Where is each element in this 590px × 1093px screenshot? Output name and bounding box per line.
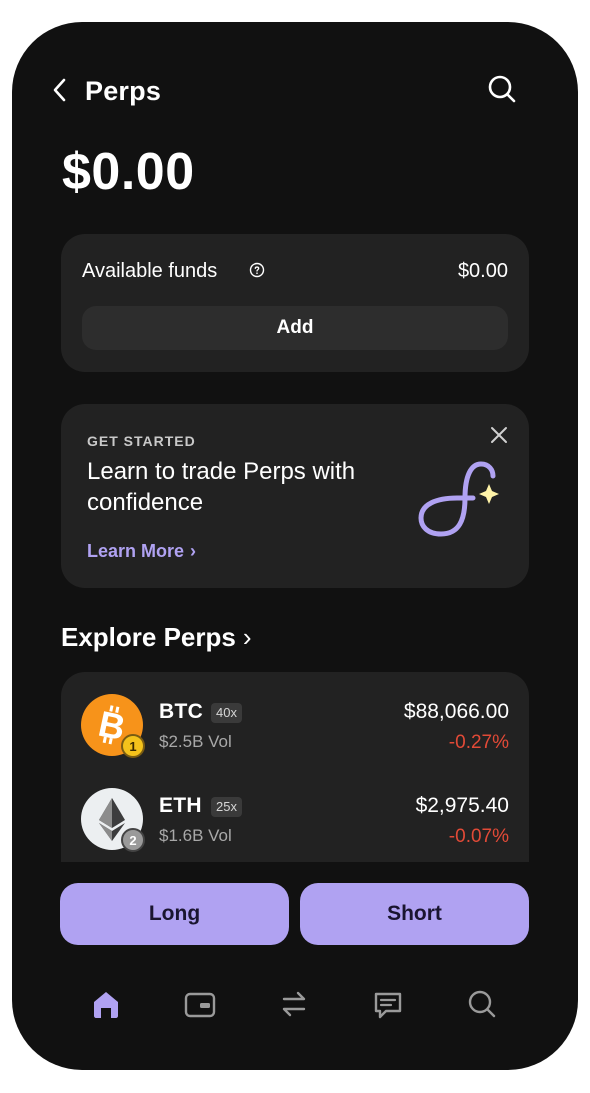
help-icon[interactable] [249,262,265,278]
search-icon[interactable] [464,986,500,1022]
available-funds-value: $0.00 [457,260,508,282]
leverage-badge: 40x [211,703,242,723]
rank-badge: 1 [121,734,145,758]
learn-more-label: Learn More [87,541,185,561]
perps-logo-icon [413,454,505,544]
explore-perps-link[interactable]: Explore Perps › [61,622,252,653]
market-price: $2,975.40 [415,794,509,817]
short-button[interactable]: Short [300,883,529,945]
leverage-badge: 25x [211,797,242,817]
chat-icon[interactable] [370,986,406,1022]
available-funds-label: Available funds [82,260,218,282]
add-funds-button[interactable]: Add [82,306,508,350]
chevron-right-icon: › [190,541,197,561]
explore-perps-title: Explore Perps [61,622,236,652]
home-icon[interactable] [88,986,124,1022]
close-icon[interactable] [490,426,508,444]
market-change: -0.27% [448,732,509,753]
long-button[interactable]: Long [60,883,289,945]
market-volume: $1.6B Vol [159,826,232,845]
market-row-btc[interactable]: B 1 BTC 40x $2.5B Vol $88,066.00 -0.27% [61,694,529,772]
chevron-left-icon[interactable] [48,74,72,106]
chevron-right-icon: › [242,622,252,652]
search-icon[interactable] [486,73,518,105]
learn-more-link[interactable]: Learn More › [87,541,196,562]
total-balance: $0.00 [62,143,195,201]
available-funds-card: Available funds $0.00 Add [61,234,529,372]
header: Perps [48,68,518,114]
market-row-eth[interactable]: 2 ETH 25x $1.6B Vol $2,975.40 -0.07% [61,788,529,866]
market-change: -0.07% [448,826,509,847]
market-symbol: BTC [159,700,204,723]
get-started-card: GET STARTED Learn to trade Perps with co… [61,404,529,588]
market-price: $88,066.00 [403,700,509,723]
promo-eyebrow: GET STARTED [87,433,196,449]
market-symbol: ETH [159,794,202,817]
promo-title: Learn to trade Perps with confidence [87,458,356,516]
wallet-icon[interactable] [182,986,218,1022]
swap-icon[interactable] [276,986,312,1022]
page-title: Perps [85,76,162,106]
rank-badge: 2 [121,828,145,852]
bottom-tab-bar [60,980,530,1028]
market-volume: $2.5B Vol [159,732,232,751]
